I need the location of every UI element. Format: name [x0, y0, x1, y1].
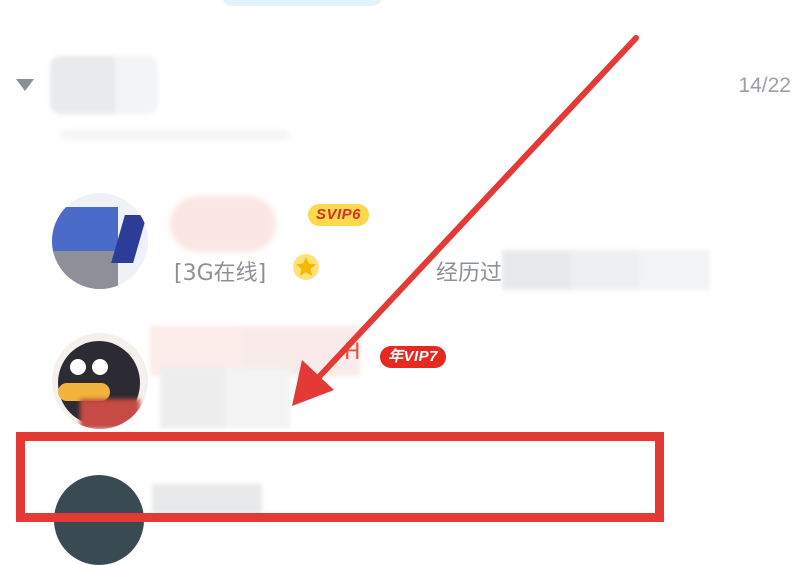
- status-blurred: [160, 368, 290, 428]
- group-name-blurred[interactable]: [50, 56, 158, 114]
- vip-badge[interactable]: 年VIP7: [380, 346, 447, 368]
- signature-text: 经历过: [436, 261, 503, 286]
- caret-down-icon[interactable]: [16, 79, 34, 91]
- contact-name-blurred: [170, 196, 276, 252]
- group-online-count: 14/22: [738, 74, 791, 97]
- online-status: [3G在线]: [174, 261, 267, 286]
- avatar[interactable]: [52, 333, 148, 429]
- svip-badge[interactable]: SVIP6: [308, 204, 370, 226]
- star-icon: [293, 254, 319, 280]
- top-bar-remnant: [222, 0, 382, 6]
- signature-blurred: [502, 250, 710, 290]
- avatar[interactable]: [52, 193, 148, 289]
- highlight-box: [16, 432, 664, 522]
- faint-divider: [60, 130, 290, 140]
- contact-name-tail: H: [344, 340, 361, 365]
